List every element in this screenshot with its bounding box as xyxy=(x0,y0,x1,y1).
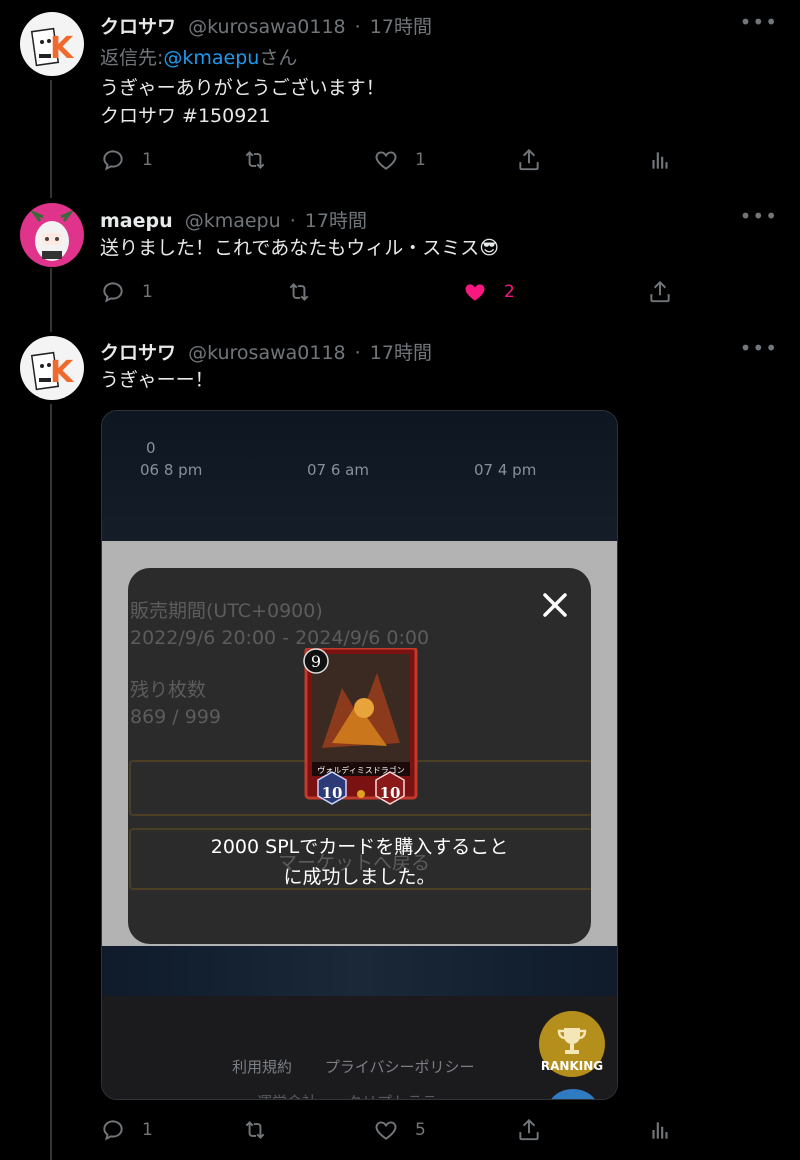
reply-button[interactable]: 1 xyxy=(100,1114,153,1146)
trophy-icon xyxy=(557,1028,587,1054)
tweet-1[interactable]: K クロサワ @kurosawa0118 · 17時間 ••• 返信先:@kma… xyxy=(0,0,800,190)
tweet-text: うぎゃーー！ xyxy=(100,369,214,391)
tweet-text: 送りました！これであなたもウィル・スミス😎 xyxy=(100,237,500,259)
reply-context: 返信先:@kmaepuさん xyxy=(100,44,297,72)
action-bar: 1 2 xyxy=(100,276,680,308)
embedded-ghost-text: 2022/9/6 20:00 - 2024/9/6 0:00 xyxy=(130,627,430,649)
card-cost: 9 xyxy=(311,652,321,671)
embedded-chart-tick: 06 8 pm xyxy=(140,461,203,479)
action-bar: 1 5 xyxy=(100,1114,680,1146)
retweet-button[interactable] xyxy=(286,276,312,308)
avatar-kurosawa[interactable]: K xyxy=(20,336,84,400)
heart-filled-icon xyxy=(465,284,485,301)
display-name[interactable]: クロサワ xyxy=(100,16,176,38)
reply-prefix: 返信先: xyxy=(100,47,164,69)
share-button[interactable] xyxy=(647,276,673,308)
handle[interactable]: @kurosawa0118 xyxy=(188,16,346,38)
embedded-success-line: に成功しました。 xyxy=(283,866,436,888)
tweet-3-header: クロサワ @kurosawa0118 · 17時間 xyxy=(100,338,432,365)
embedded-success-message: 2000 SPLでカードを購入すること に成功しました。 xyxy=(128,832,591,892)
like-count: 5 xyxy=(415,1120,426,1140)
reply-count: 1 xyxy=(142,282,153,302)
reply-suffix: さん xyxy=(259,47,298,69)
svg-text:K: K xyxy=(50,31,75,66)
svg-text:K: K xyxy=(50,355,75,390)
embedded-privacy-link: プライバシーポリシー xyxy=(324,1058,475,1076)
kurosawa-logo-icon: K xyxy=(30,351,75,391)
reply-count: 1 xyxy=(142,1120,153,1140)
like-button[interactable]: 2 xyxy=(462,276,515,308)
separator: · xyxy=(289,210,296,232)
like-count: 1 xyxy=(415,150,426,170)
like-button[interactable]: 1 xyxy=(373,144,426,176)
embedded-footer-links: 利用規約 プライバシーポリシー xyxy=(232,1056,503,1077)
handle[interactable]: @kurosawa0118 xyxy=(188,342,346,364)
retweet-icon xyxy=(289,283,309,301)
heart-icon xyxy=(375,151,397,170)
share-icon xyxy=(650,280,670,303)
handle[interactable]: @kmaepu xyxy=(185,210,281,232)
embedded-ghost-text: 販売期間(UTC+0900) xyxy=(130,600,323,622)
kurosawa-logo-icon: K xyxy=(30,27,75,67)
reply-mention-link[interactable]: @kmaepu xyxy=(163,47,259,69)
card-image: ヴォルディミスドラゴン 9 10 10 xyxy=(303,648,418,805)
embedded-ghost-text: 残り枚数 xyxy=(130,679,207,701)
reply-icon xyxy=(103,282,123,303)
tweet-text-line: クロサワ #150921 xyxy=(100,105,271,127)
close-icon xyxy=(543,593,567,617)
action-bar: 1 1 xyxy=(100,144,680,176)
embedded-success-line: 2000 SPLでカードを購入すること xyxy=(210,836,509,858)
embedded-chart-tick: 07 4 pm xyxy=(474,461,537,479)
more-options-icon[interactable]: ••• xyxy=(740,204,778,228)
avatar-maepu[interactable] xyxy=(20,203,84,267)
timestamp[interactable]: 17時間 xyxy=(370,16,432,38)
tweet-1-header: クロサワ @kurosawa0118 · 17時間 xyxy=(100,12,432,39)
heart-icon xyxy=(375,1121,397,1140)
timestamp[interactable]: 17時間 xyxy=(370,342,432,364)
share-button[interactable] xyxy=(516,144,542,176)
more-options-icon[interactable]: ••• xyxy=(740,336,778,360)
separator: · xyxy=(354,16,361,38)
share-icon xyxy=(519,148,539,171)
embedded-chart-zero: 0 xyxy=(146,439,156,457)
retweet-icon xyxy=(245,151,265,169)
retweet-icon xyxy=(245,1121,265,1139)
retweet-button[interactable] xyxy=(242,144,268,176)
card-attack: 10 xyxy=(322,784,343,802)
reply-count: 1 xyxy=(142,150,153,170)
share-button[interactable] xyxy=(516,1114,542,1146)
tweet-2[interactable]: maepu @kmaepu · 17時間 ••• 送りました！これであなたもウィ… xyxy=(0,196,800,326)
like-button[interactable]: 5 xyxy=(373,1114,426,1146)
embedded-banner xyxy=(102,946,617,996)
tweet-2-header: maepu @kmaepu · 17時間 xyxy=(100,206,367,233)
embedded-terms-link: 利用規約 xyxy=(232,1058,293,1076)
embedded-ghost-text: 869 / 999 xyxy=(130,706,222,728)
more-options-icon[interactable]: ••• xyxy=(740,10,778,34)
analytics-icon xyxy=(652,1122,668,1139)
share-icon xyxy=(519,1118,539,1141)
analytics-button[interactable] xyxy=(647,144,673,176)
tweet-text-line: うぎゃーありがとうございます！ xyxy=(100,77,385,99)
maepu-avatar-icon xyxy=(29,209,75,261)
display-name[interactable]: maepu xyxy=(100,210,173,232)
media-image[interactable]: 0 06 8 pm 07 6 am 07 4 pm 利用規約 プライバシーポリシ… xyxy=(101,410,618,1100)
card-life: 10 xyxy=(380,784,401,802)
avatar-kurosawa[interactable]: K xyxy=(20,12,84,76)
analytics-button[interactable] xyxy=(647,1114,673,1146)
embedded-ranking-label: RANKING xyxy=(540,1059,604,1073)
retweet-button[interactable] xyxy=(242,1114,268,1146)
analytics-icon xyxy=(652,152,668,169)
embedded-purchase-modal: 販売期間(UTC+0900) 2022/9/6 20:00 - 2024/9/6… xyxy=(128,568,591,944)
timestamp[interactable]: 17時間 xyxy=(305,210,367,232)
embedded-chart-tick: 07 6 am xyxy=(307,461,369,479)
like-count: 2 xyxy=(504,282,515,302)
reply-icon xyxy=(103,150,123,171)
reply-button[interactable]: 1 xyxy=(100,276,153,308)
separator: · xyxy=(354,342,361,364)
embedded-footer-links-2: 運営会社 クリプトラテ xyxy=(257,1091,437,1099)
display-name[interactable]: クロサワ xyxy=(100,342,176,364)
reply-button[interactable]: 1 xyxy=(100,144,153,176)
reply-icon xyxy=(103,1120,123,1141)
